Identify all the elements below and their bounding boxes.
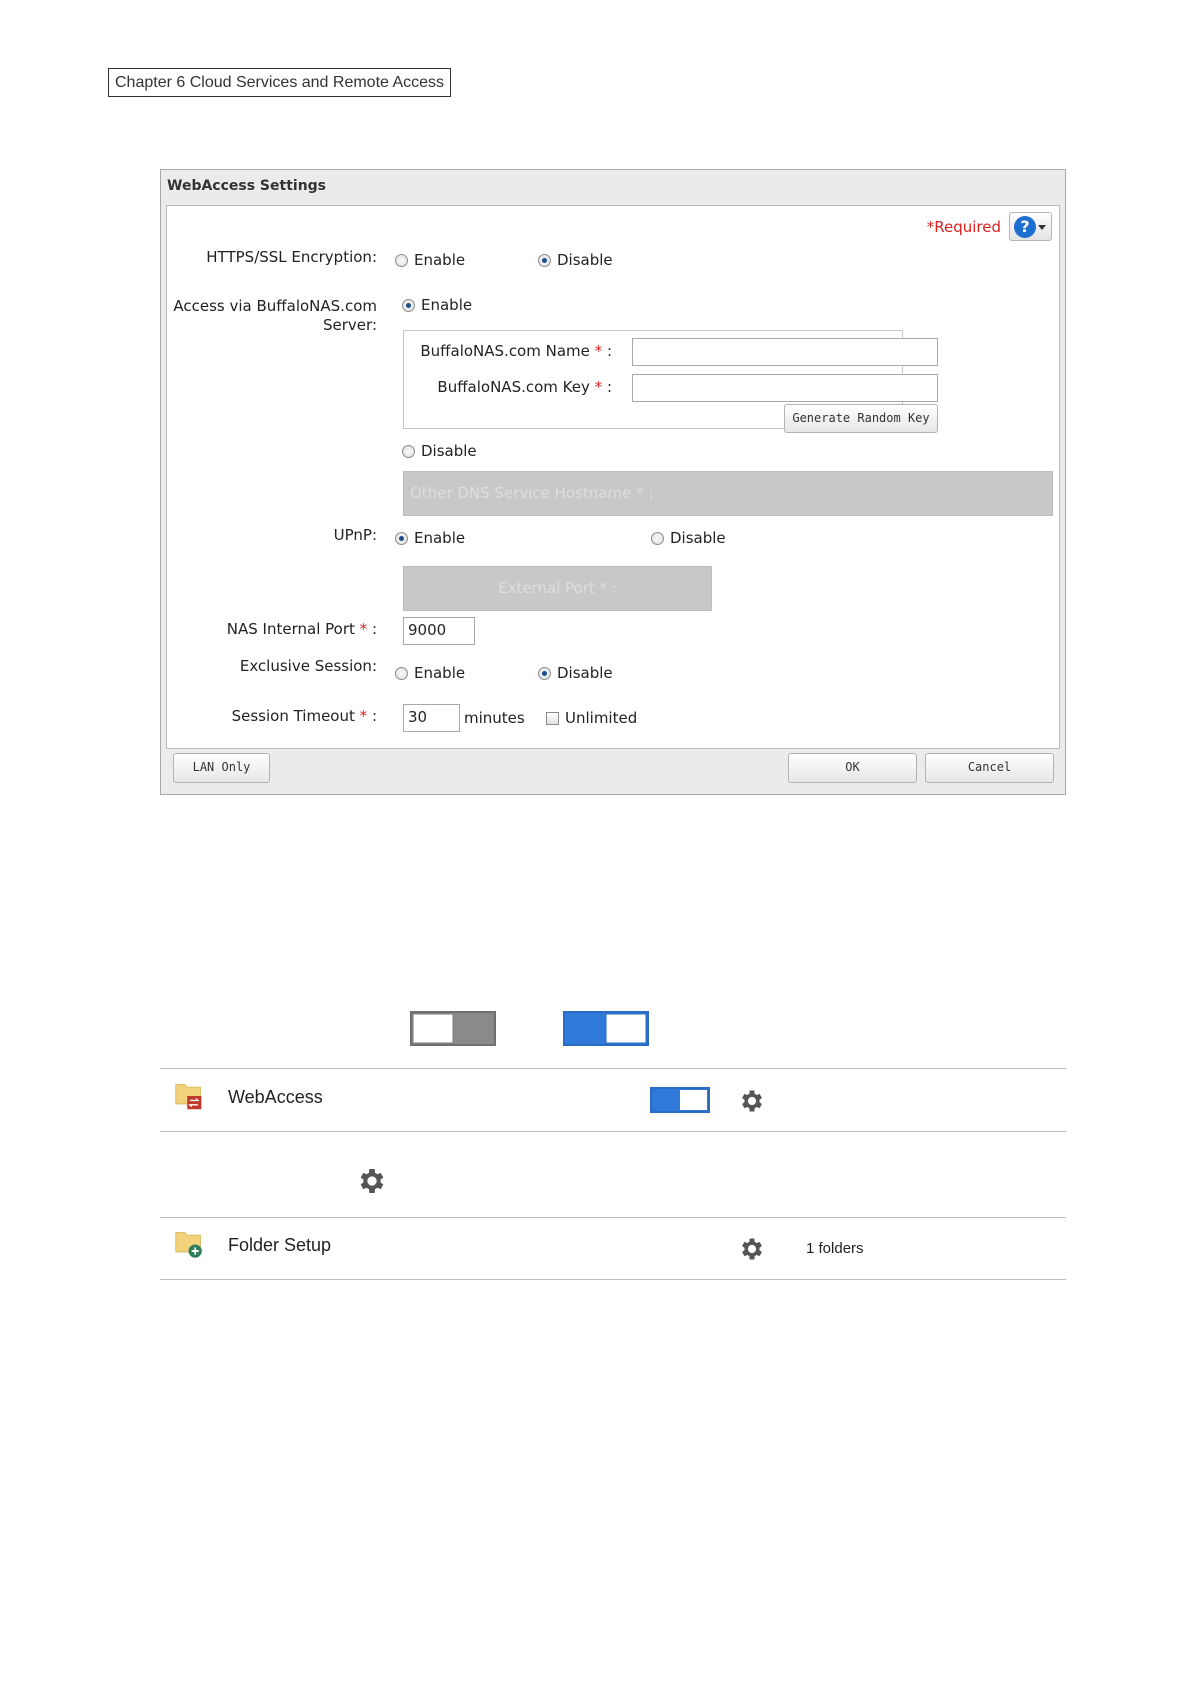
radio-selected-icon: [395, 531, 408, 545]
radio-selected-icon: [538, 253, 551, 267]
chevron-down-icon: [1038, 225, 1046, 230]
gear-icon: [360, 1169, 384, 1193]
nas-port-label: NAS Internal Port * :: [226, 620, 377, 638]
https-enable-radio[interactable]: Enable: [395, 251, 465, 269]
session-timeout-input[interactable]: 30: [403, 704, 460, 732]
radio-icon: [395, 253, 408, 267]
access-disable-radio[interactable]: Disable: [402, 442, 477, 460]
ok-button[interactable]: OK: [788, 753, 917, 783]
upnp-enable-radio[interactable]: Enable: [395, 529, 465, 547]
upnp-label: UPnP:: [333, 526, 377, 544]
exclusive-disable-radio[interactable]: Disable: [538, 664, 613, 682]
lan-only-button[interactable]: LAN Only: [173, 753, 270, 783]
access-enable-radio[interactable]: Enable: [402, 296, 472, 314]
help-button[interactable]: ?: [1009, 212, 1052, 241]
https-disable-radio[interactable]: Disable: [538, 251, 613, 269]
webaccess-settings-dialog: WebAccess Settings *Required ? HTTPS/SSL…: [160, 169, 1066, 795]
chapter-header: Chapter 6 Cloud Services and Remote Acce…: [108, 68, 452, 97]
https-label: HTTPS/SSL Encryption:: [206, 248, 377, 266]
nas-internal-port-input[interactable]: 9000: [403, 617, 475, 645]
folder-setup-gear-icon[interactable]: [738, 1235, 766, 1263]
toggle-off-icon: [410, 1011, 496, 1046]
exclusive-enable-radio[interactable]: Enable: [395, 664, 465, 682]
required-note: *Required: [926, 218, 1001, 236]
folder-add-icon: [175, 1232, 202, 1258]
divider: [160, 1131, 1066, 1132]
folder-setup-label: Folder Setup: [228, 1235, 332, 1255]
toggle-on-icon: [563, 1011, 649, 1046]
unlimited-checkbox[interactable]: Unlimited: [546, 709, 637, 727]
cancel-button[interactable]: Cancel: [925, 753, 1054, 783]
buffalonas-name-input[interactable]: [632, 338, 938, 366]
buffalonas-name-label: BuffaloNAS.com Name * :: [420, 342, 612, 360]
dialog-title: WebAccess Settings: [167, 178, 327, 194]
other-dns-hostname-field: Other DNS Service Hostname * :: [403, 471, 1053, 516]
radio-selected-icon: [402, 298, 415, 312]
divider: [160, 1068, 1066, 1069]
exclusive-session-label: Exclusive Session:: [239, 657, 377, 675]
radio-icon: [402, 444, 415, 458]
buffalonas-settings-box: BuffaloNAS.com Name * : BuffaloNAS.com K…: [403, 330, 938, 433]
folder-webaccess-icon: [175, 1084, 202, 1110]
webaccess-gear-icon[interactable]: [738, 1087, 766, 1115]
checkbox-icon: [546, 711, 559, 725]
access-label-line1: Access via BuffaloNAS.com: [173, 297, 377, 315]
webaccess-label: WebAccess: [228, 1087, 323, 1107]
timeout-unit: minutes: [464, 709, 525, 727]
divider: [160, 1279, 1066, 1280]
radio-icon: [651, 531, 664, 545]
radio-selected-icon: [538, 666, 551, 680]
access-label-line2: Server:: [323, 316, 377, 334]
upnp-disable-radio[interactable]: Disable: [651, 529, 726, 547]
divider: [160, 1217, 1066, 1218]
session-timeout-label: Session Timeout * :: [231, 707, 377, 725]
webaccess-toggle[interactable]: [650, 1087, 710, 1113]
folder-count: 1 folders: [806, 1240, 864, 1257]
buffalonas-key-input[interactable]: [632, 374, 938, 402]
buffalonas-key-label: BuffaloNAS.com Key * :: [437, 378, 612, 396]
external-port-field: External Port * :: [403, 566, 712, 611]
help-icon: ?: [1014, 216, 1036, 238]
generate-random-key-button[interactable]: Generate Random Key: [784, 404, 938, 433]
dialog-body: *Required ? HTTPS/SSL Encryption: Enable…: [166, 205, 1060, 749]
radio-icon: [395, 666, 408, 680]
